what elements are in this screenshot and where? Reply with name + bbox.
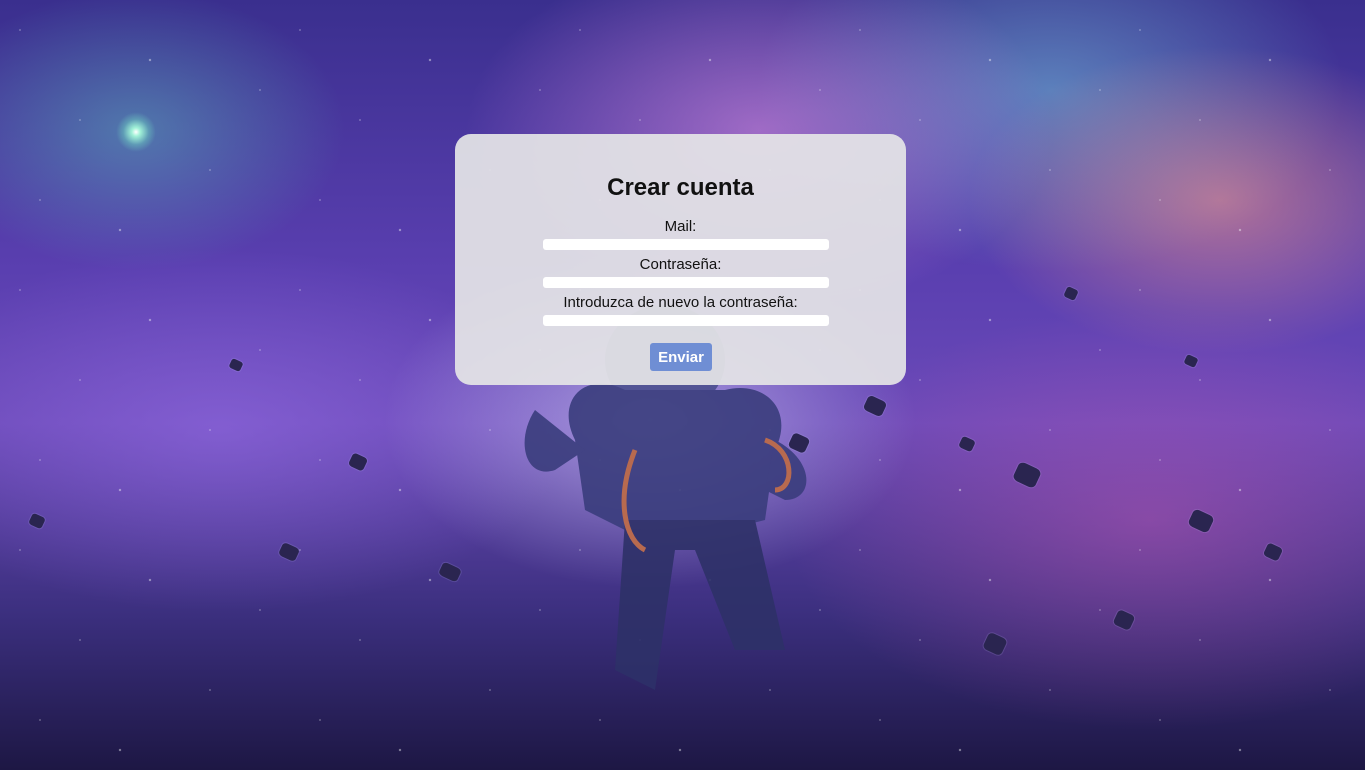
form-title: Crear cuenta — [607, 174, 754, 201]
bright-star-decoration — [116, 112, 156, 152]
mail-input[interactable] — [543, 239, 829, 250]
create-account-form: Crear cuenta Mail: Contraseña: Introduzc… — [455, 134, 906, 385]
confirm-password-input[interactable] — [543, 315, 829, 326]
page-background: Crear cuenta Mail: Contraseña: Introduzc… — [0, 0, 1365, 770]
confirm-password-label: Introduzca de nuevo la contraseña: — [563, 294, 798, 311]
password-input[interactable] — [543, 277, 829, 288]
mail-label: Mail: — [664, 218, 697, 235]
submit-button[interactable]: Enviar — [650, 343, 712, 371]
password-label: Contraseña: — [639, 256, 722, 273]
